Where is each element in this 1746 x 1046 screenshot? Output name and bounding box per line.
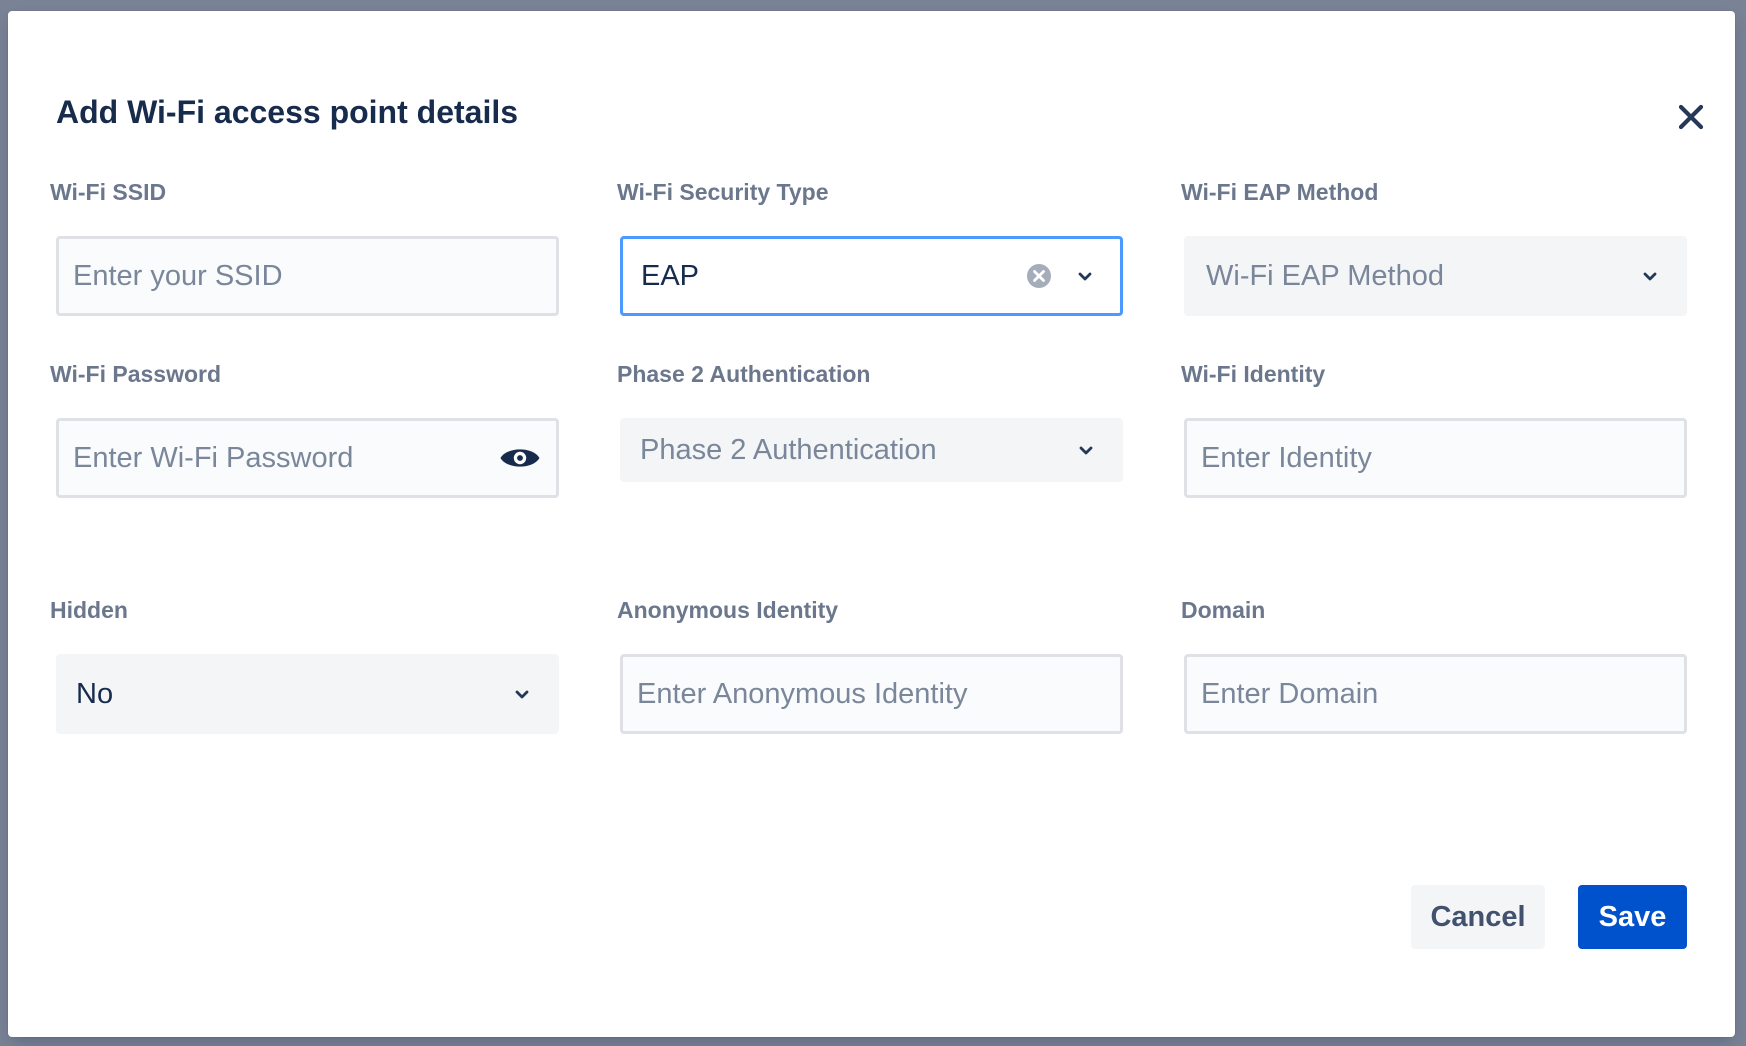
chevron-down-icon bbox=[1078, 272, 1092, 281]
security-type-dropdown-toggle[interactable] bbox=[1068, 259, 1102, 293]
password-label: Wi-Fi Password bbox=[50, 361, 222, 387]
hidden-dropdown-toggle[interactable] bbox=[505, 677, 539, 711]
security-type-label: Wi-Fi Security Type bbox=[617, 179, 829, 205]
password-input[interactable] bbox=[73, 441, 498, 475]
ssid-input[interactable] bbox=[73, 259, 542, 293]
save-button[interactable]: Save bbox=[1578, 885, 1687, 949]
dialog-title: Add Wi-Fi access point details bbox=[56, 94, 519, 130]
chevron-down-icon bbox=[515, 690, 529, 699]
identity-input[interactable] bbox=[1201, 441, 1670, 475]
eap-method-dropdown-toggle[interactable] bbox=[1633, 259, 1667, 293]
show-password-button[interactable] bbox=[498, 436, 542, 480]
close-button[interactable] bbox=[1671, 97, 1711, 137]
identity-label: Wi-Fi Identity bbox=[1181, 361, 1326, 387]
ssid-field[interactable] bbox=[56, 236, 559, 316]
security-type-select[interactable]: EAP bbox=[620, 236, 1123, 316]
identity-field[interactable] bbox=[1184, 418, 1687, 498]
chevron-down-icon bbox=[1643, 272, 1657, 281]
eap-method-label: Wi-Fi EAP Method bbox=[1181, 179, 1379, 205]
clear-icon bbox=[1027, 264, 1051, 288]
eap-method-value: Wi-Fi EAP Method bbox=[1206, 259, 1444, 292]
domain-label: Domain bbox=[1181, 597, 1266, 623]
domain-field[interactable] bbox=[1184, 654, 1687, 734]
cancel-button[interactable]: Cancel bbox=[1411, 885, 1545, 949]
wifi-dialog: Add Wi-Fi access point details Wi-Fi SSI… bbox=[8, 11, 1735, 1037]
anonymous-identity-field[interactable] bbox=[620, 654, 1123, 734]
ssid-label: Wi-Fi SSID bbox=[50, 179, 167, 205]
phase2-value: Phase 2 Authentication bbox=[640, 433, 937, 466]
anonymous-identity-input[interactable] bbox=[637, 677, 1106, 711]
anonymous-identity-label: Anonymous Identity bbox=[617, 597, 839, 623]
domain-input[interactable] bbox=[1201, 677, 1670, 711]
close-icon bbox=[1678, 104, 1704, 130]
clear-selection-button[interactable] bbox=[1022, 259, 1056, 293]
hidden-select[interactable]: No bbox=[56, 654, 559, 734]
password-field[interactable] bbox=[56, 418, 559, 498]
security-type-value: EAP bbox=[641, 259, 700, 292]
eap-method-select[interactable]: Wi-Fi EAP Method bbox=[1184, 236, 1687, 316]
chevron-down-icon bbox=[1079, 446, 1093, 455]
eye-icon bbox=[500, 449, 540, 467]
phase2-select[interactable]: Phase 2 Authentication bbox=[620, 418, 1123, 482]
hidden-label: Hidden bbox=[50, 597, 128, 623]
phase2-label: Phase 2 Authentication bbox=[617, 361, 871, 387]
phase2-dropdown-toggle[interactable] bbox=[1069, 433, 1103, 467]
hidden-value: No bbox=[76, 677, 114, 710]
